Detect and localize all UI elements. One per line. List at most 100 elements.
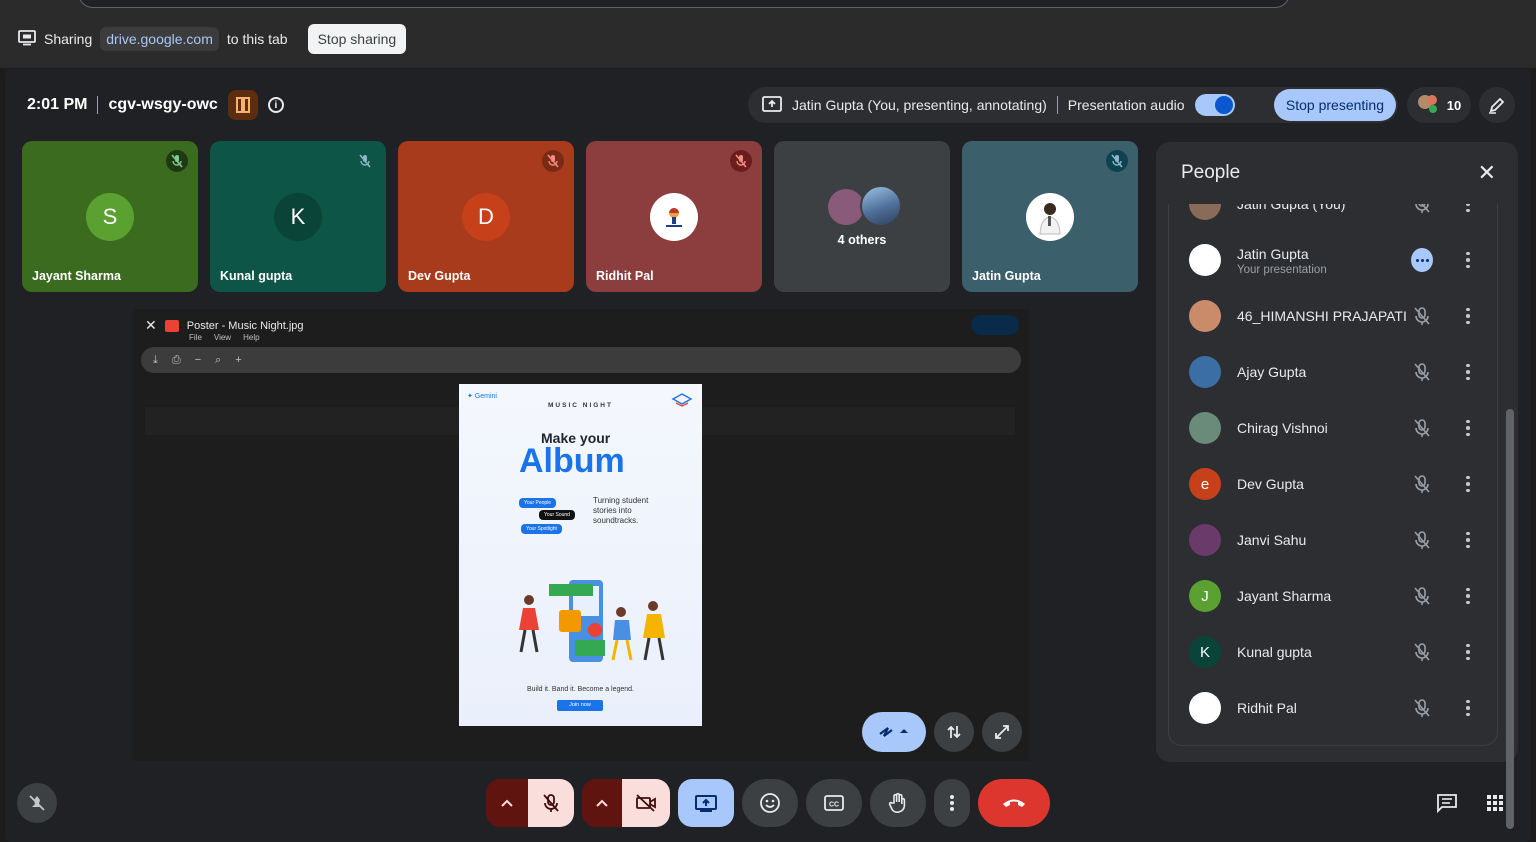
participant-row[interactable]: Jatin Gupta (You) (1169, 204, 1497, 232)
presentation-audio-label: Presentation audio (1067, 97, 1185, 113)
stop-presenting-button[interactable]: Stop presenting (1273, 89, 1396, 121)
toggle-knob (1214, 96, 1233, 114)
people-panel: People ✕ Jatin Gupta (You) Jatin Gupta You… (1156, 142, 1518, 762)
leave-call-button[interactable] (978, 779, 1050, 827)
host-controls-icon[interactable] (227, 90, 258, 120)
avatar-initial: e (1200, 475, 1210, 493)
annotate-pen-icon[interactable] (1479, 87, 1515, 123)
fullscreen-button[interactable] (982, 712, 1022, 752)
swap-layout-button[interactable] (934, 712, 974, 752)
avatar: K (274, 193, 322, 241)
more-vert-icon[interactable] (1463, 249, 1473, 271)
sharing-suffix: to this tab (226, 31, 288, 47)
present-button[interactable] (678, 779, 734, 827)
mic-off-icon (1411, 361, 1433, 383)
reactions-button[interactable] (742, 779, 798, 827)
poster-image: ✦ Gemini MUSIC NIGHT Make your Album You… (459, 384, 702, 726)
presenting-icon (762, 95, 782, 115)
more-vert-icon[interactable] (1463, 641, 1473, 663)
more-vert-icon[interactable] (1463, 585, 1473, 607)
presentation-audio-toggle[interactable] (1194, 94, 1235, 116)
more-vert-icon[interactable] (1463, 204, 1473, 215)
close-icon[interactable]: ✕ (1478, 162, 1496, 184)
captions-button[interactable]: CC (806, 779, 862, 827)
shared-domain[interactable]: drive.google.com (100, 27, 219, 51)
browser-tabstrip (0, 0, 1536, 10)
mic-off-icon (542, 150, 564, 172)
present-screen-icon (695, 795, 717, 812)
more-vert-icon[interactable] (1463, 305, 1473, 327)
close-icon[interactable]: ✕ (145, 317, 157, 334)
avatar-initial: S (102, 204, 118, 229)
participant-name: Dev Gupta (408, 269, 471, 283)
participant-tile[interactable]: D Dev Gupta (398, 141, 574, 292)
avatar: e (1189, 468, 1221, 500)
avatar: S (86, 193, 134, 241)
poster-chip: Your Sound (539, 510, 575, 520)
avatar (1189, 524, 1221, 556)
avatar-initial: D (478, 204, 494, 229)
screen-share-icon (18, 29, 36, 49)
tab-sharing-bar: Sharing drive.google.com to this tab Sto… (0, 10, 1536, 68)
poster-heading: MUSIC NIGHT (548, 402, 613, 409)
participant-name: Jayant Sharma (1237, 588, 1332, 604)
address-bar[interactable] (78, 0, 1290, 8)
more-vert-icon[interactable] (1463, 361, 1473, 383)
more-vert-icon[interactable] (1463, 473, 1473, 495)
menu-view[interactable]: View (214, 333, 231, 342)
participant-row[interactable]: e Dev Gupta (1169, 456, 1497, 512)
apps-grid-icon (1487, 795, 1503, 811)
raise-hand-button[interactable] (870, 779, 926, 827)
avatar (650, 193, 698, 241)
info-icon[interactable]: i (267, 97, 284, 113)
swap-icon (947, 725, 961, 739)
microphone-button[interactable] (528, 779, 574, 827)
participant-name: Ajay Gupta (1237, 364, 1307, 380)
more-vert-icon[interactable] (1463, 417, 1473, 439)
participant-row[interactable]: Ridhit Pal (1169, 680, 1497, 736)
poster-tagline: Turning student stories into soundtracks… (593, 496, 649, 525)
participant-row[interactable]: 46_HIMANSHI PRAJAPATI (1169, 288, 1497, 344)
divider (1056, 96, 1058, 114)
poster-join-button: Join now (557, 700, 603, 711)
others-tile[interactable]: 4 others (774, 141, 950, 292)
participant-tile[interactable]: S Jayant Sharma (22, 141, 198, 292)
video-settings-button[interactable] (582, 779, 622, 827)
stop-sharing-button[interactable]: Stop sharing (307, 24, 407, 54)
shared-screen: ✕ Poster - Music Night.jpg File View Hel… (133, 309, 1029, 761)
dancers-illustration (519, 580, 665, 662)
audio-settings-button[interactable] (486, 779, 528, 827)
participant-row[interactable]: Janvi Sahu (1169, 512, 1497, 568)
participant-name: Jatin Gupta (You) (1237, 204, 1346, 212)
more-options-button[interactable] (934, 779, 970, 827)
camera-button[interactable] (622, 779, 670, 827)
zoom-in-icon[interactable]: + (235, 354, 241, 366)
more-vert-icon[interactable] (1463, 529, 1473, 551)
participant-tile[interactable]: Ridhit Pal (586, 141, 762, 292)
participant-row[interactable]: Ajay Gupta (1169, 344, 1497, 400)
zoom-icon[interactable]: ⌕ (215, 354, 221, 367)
people-count-button[interactable]: 10 (1407, 87, 1471, 123)
participant-row[interactable]: J Jayant Sharma (1169, 568, 1497, 624)
camera-off-icon (636, 794, 656, 812)
menu-file[interactable]: File (189, 333, 202, 342)
pin-off-icon (29, 795, 45, 811)
participant-row[interactable]: K Kunal gupta (1169, 624, 1497, 680)
print-icon[interactable]: ⎙ (172, 354, 181, 367)
chat-button[interactable] (1429, 779, 1465, 827)
activities-button[interactable] (1477, 779, 1513, 827)
participant-tile[interactable]: K Kunal gupta (210, 141, 386, 292)
participant-row[interactable]: Jatin Gupta Your presentation (1169, 232, 1497, 288)
pin-off-button[interactable] (17, 783, 57, 823)
participant-row[interactable]: Chirag Vishnoi (1169, 400, 1497, 456)
menu-help[interactable]: Help (243, 333, 259, 342)
svg-text:CC: CC (829, 802, 839, 809)
annotation-tool-button[interactable] (862, 712, 926, 752)
club-logo-icon (671, 393, 693, 407)
download-icon[interactable]: ⤓ (153, 354, 158, 367)
people-scrollbar[interactable] (1506, 409, 1514, 829)
participant-tile[interactable]: Jatin Gupta (962, 141, 1138, 292)
zoom-out-icon[interactable]: − (195, 354, 201, 366)
more-vert-icon[interactable] (1463, 697, 1473, 719)
call-controls: CC (5, 774, 1531, 842)
